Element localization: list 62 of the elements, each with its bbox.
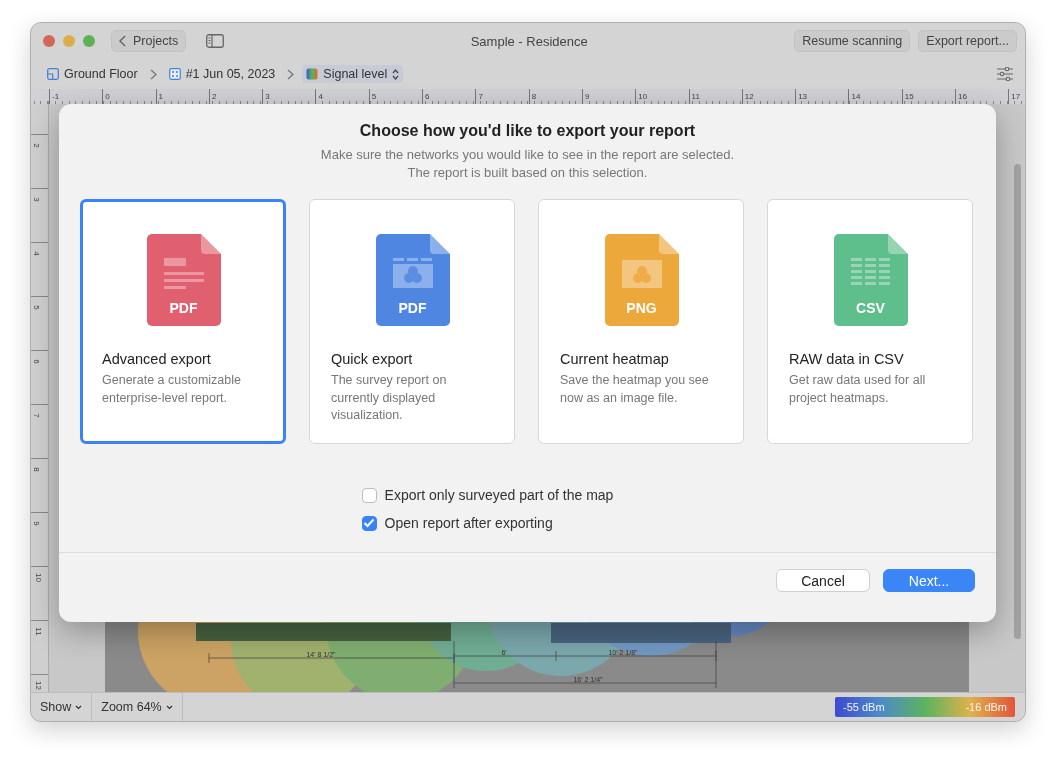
breadcrumb-item[interactable]: Signal level	[302, 65, 404, 83]
cancel-button[interactable]: Cancel	[776, 569, 870, 592]
file-type-label: PDF	[397, 300, 428, 316]
option-title: Quick export	[331, 351, 414, 367]
sidebar-icon[interactable]	[206, 34, 225, 48]
settings-icon[interactable]	[997, 67, 1013, 81]
file-type-label: CSV	[855, 300, 886, 316]
floor-plan-icon	[47, 68, 59, 80]
close-button[interactable]	[43, 35, 55, 47]
ruler-label: 11	[33, 627, 43, 636]
chevron-icon	[149, 68, 157, 80]
ruler-label: 8	[31, 467, 41, 472]
gradient-square-icon	[306, 68, 319, 80]
chevron-down-icon	[75, 704, 83, 710]
ruler-label: 3	[31, 197, 41, 202]
window-title: Sample - Residence	[469, 33, 589, 49]
chevron-down-icon	[165, 704, 173, 710]
option-title: Current heatmap	[560, 351, 670, 367]
scrollbar[interactable]	[1014, 164, 1021, 639]
checkbox[interactable]	[361, 515, 377, 531]
chevron-left-icon	[119, 35, 127, 47]
up-down-chevron-icon	[392, 68, 400, 80]
back-button[interactable]: Projects	[111, 30, 187, 52]
ruler-label: 4	[31, 251, 41, 256]
ruler-label: 12	[33, 681, 43, 690]
breadcrumb-item[interactable]: #1 Jun 05, 2023	[164, 65, 280, 83]
ruler-label: 2	[31, 143, 41, 148]
option-description: The survey report on currently displayed visualization.	[331, 372, 448, 424]
legend-max: -16 dBm	[965, 701, 1007, 713]
zoom-menu[interactable]: Zoom 64%	[92, 693, 183, 721]
zoom-button[interactable]	[83, 35, 95, 47]
dialog-title: Choose how you'd like to export your report	[359, 122, 696, 140]
breadcrumb-item[interactable]: Ground Floor	[43, 65, 142, 83]
file-type-label: PDF	[168, 300, 199, 316]
ruler-label: 10	[33, 573, 43, 582]
option-description: Generate a customizable enterprise-level report.	[102, 372, 242, 407]
ruler-label: 5	[31, 305, 41, 310]
option-title: RAW data in CSV	[789, 351, 905, 367]
export-option-card[interactable]: PDF Quick export The survey report on currently displayed visualization.	[309, 199, 515, 444]
dialog-subtitle: The report is built based on this selection.	[407, 164, 648, 182]
export-option-card[interactable]: PNG Current heatmap Save the heatmap you see now as an image file.	[538, 199, 744, 444]
toolbar-button[interactable]: Export report...	[918, 30, 1017, 52]
dialog-subtitle: Make sure the networks you would like to see in the report are selected.	[320, 146, 735, 164]
checkbox-label: Open report after exporting	[384, 515, 553, 531]
file-type-label: PNG	[625, 300, 658, 316]
export-option-card[interactable]: CSV RAW data in CSV Get raw data used for all project heatmaps.	[767, 199, 973, 444]
ruler-label: 6	[31, 359, 41, 364]
legend-min: -55 dBm	[843, 701, 885, 713]
checkbox-label: Export only surveyed part of the map	[384, 487, 614, 503]
option-description: Save the heatmap you see now as an image file.	[560, 372, 710, 407]
dots-square-icon	[168, 68, 181, 80]
show-menu[interactable]: Show	[31, 693, 93, 721]
ruler-label: 9	[31, 521, 41, 526]
ruler-label: 7	[31, 413, 41, 418]
checkbox[interactable]	[361, 487, 377, 503]
option-title: Advanced export	[102, 351, 212, 367]
minimize-button[interactable]	[63, 35, 75, 47]
toolbar-button[interactable]: Resume scanning	[794, 30, 911, 52]
export-option-card[interactable]: PDF Advanced export Generate a customizable enterprise-level report.	[80, 199, 286, 444]
chevron-icon	[287, 68, 295, 80]
next-button[interactable]: Next...	[883, 569, 975, 592]
option-description: Get raw data used for all project heatmaps.	[789, 372, 927, 407]
